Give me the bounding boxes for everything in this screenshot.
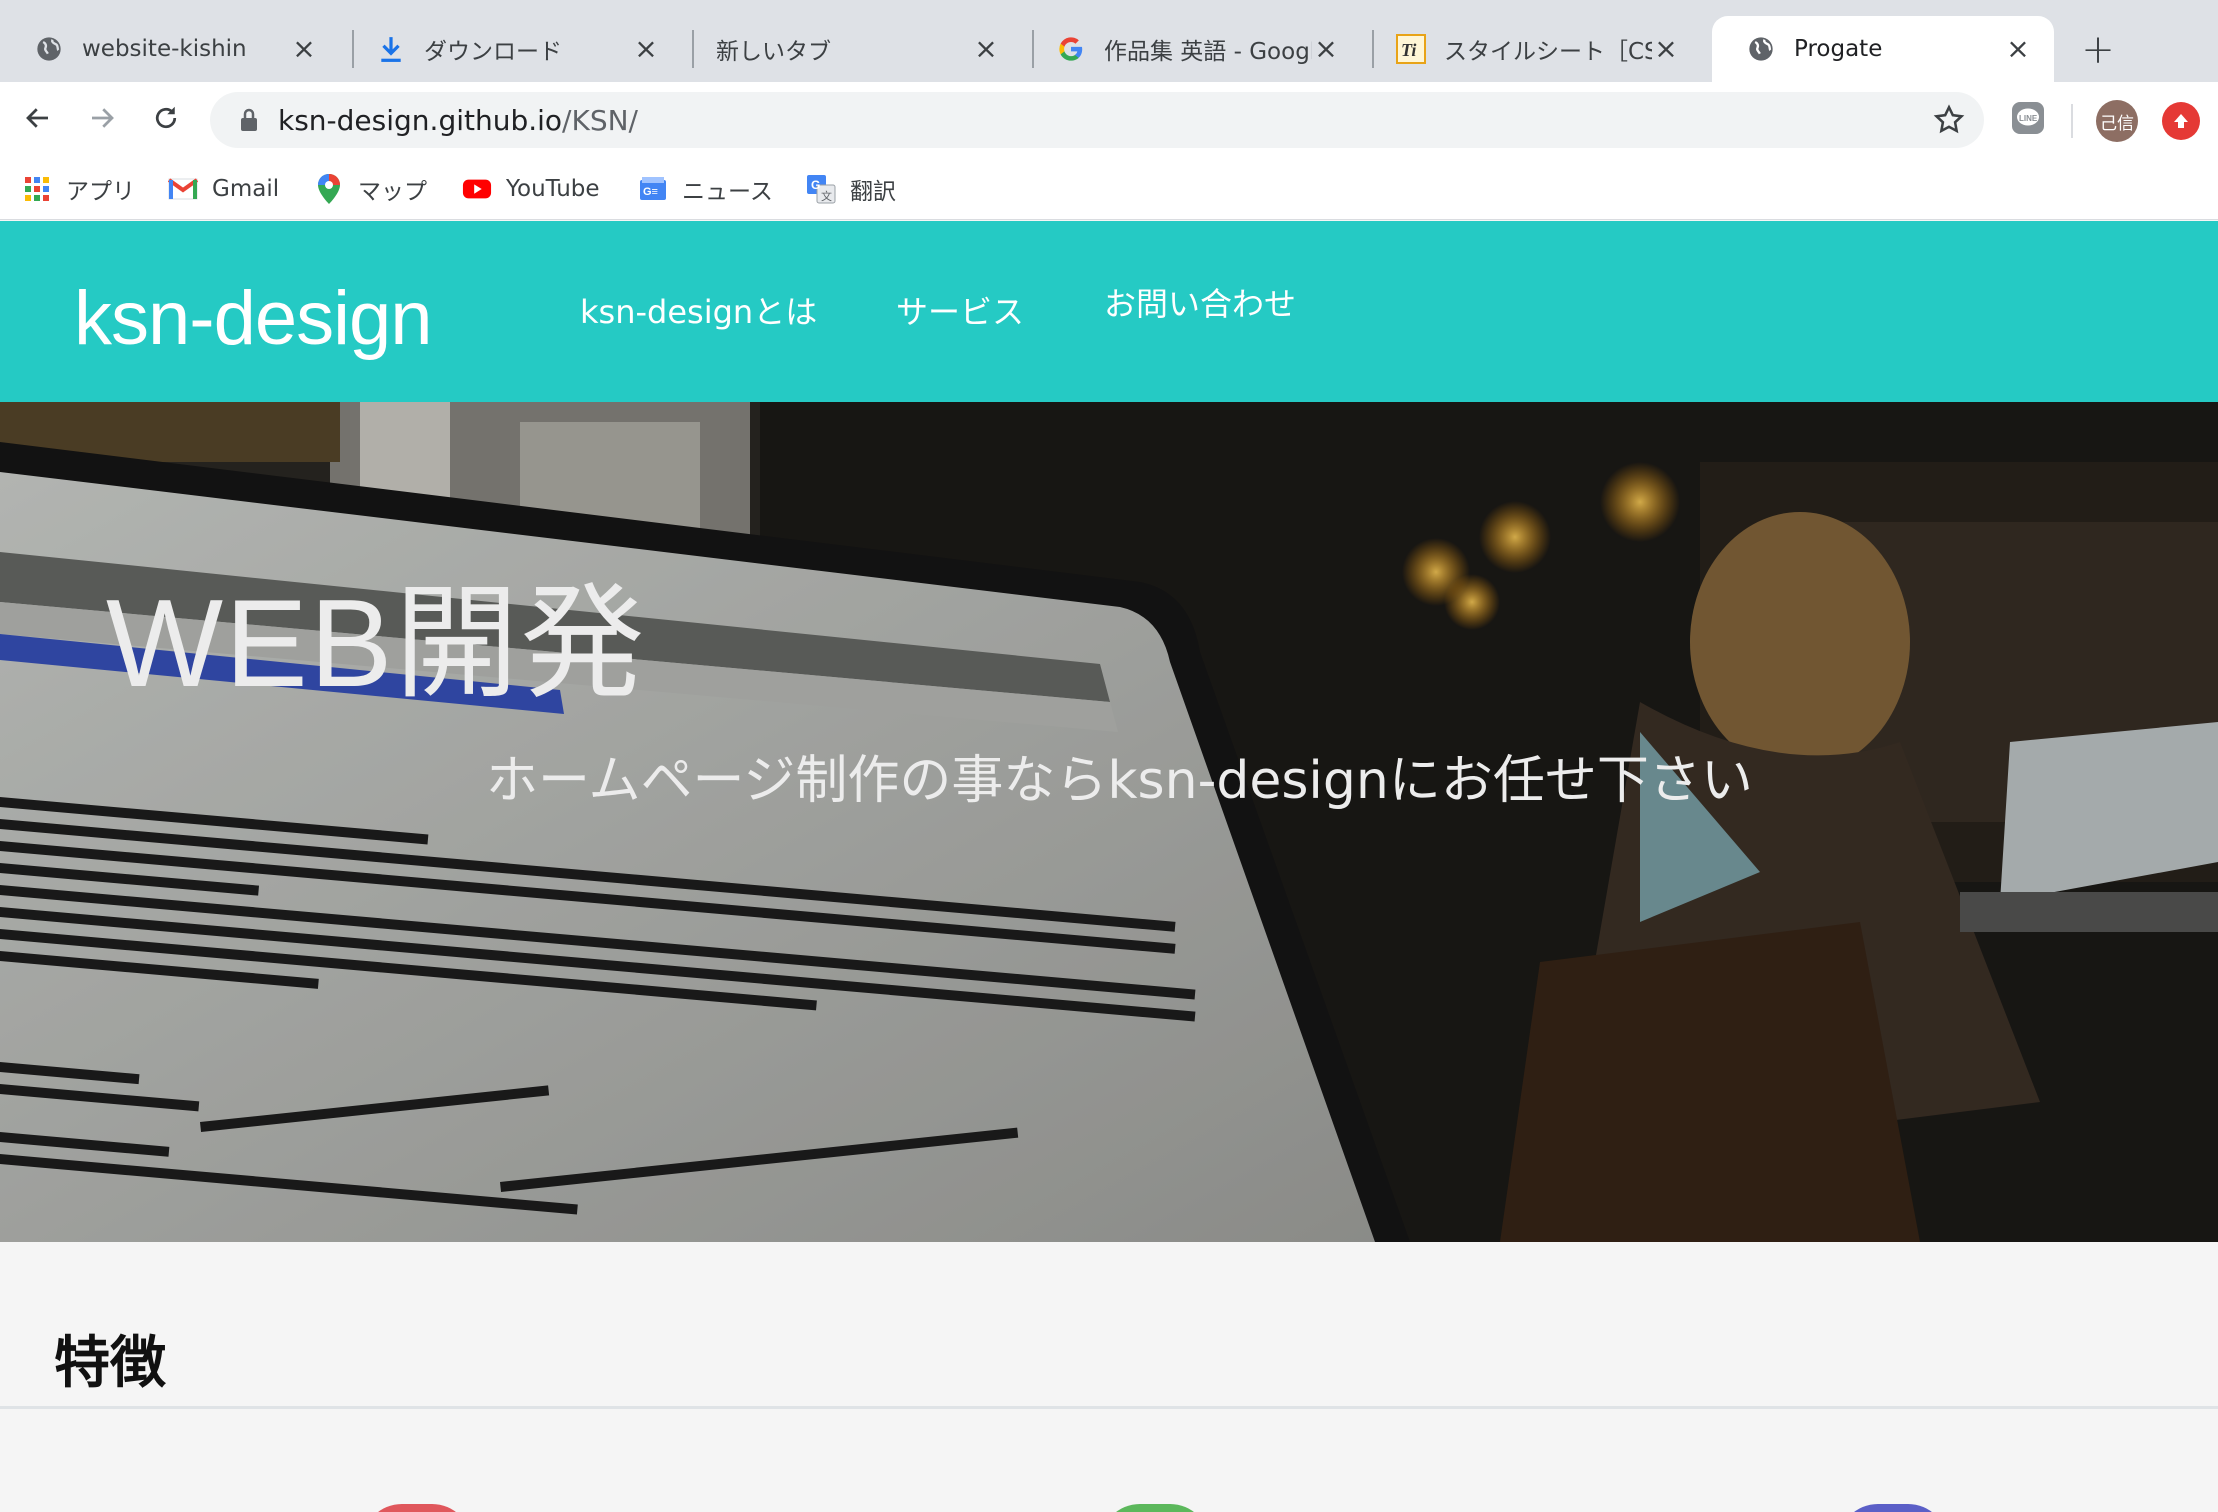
maps-pin-icon [314,174,344,204]
features-heading: 特徴 [54,1331,166,1396]
reload-button[interactable] [140,92,192,144]
translate-icon: G文 [806,174,836,204]
bookmark-youtube[interactable]: YouTube [462,172,600,206]
bookmarks-bar: アプリ Gmail マップ YouTube G≡ ニュース G文 翻訳 [0,158,2218,220]
bookmark-gmail[interactable]: Gmail [168,172,279,206]
forward-button[interactable] [76,92,128,144]
reload-icon [155,106,177,129]
bookmark-star-icon[interactable] [1932,103,1966,137]
close-icon[interactable]: × [632,35,660,63]
url-host: ksn-design.github.io [278,104,563,137]
update-arrow-icon[interactable] [2162,102,2200,140]
bookmark-label: ニュース [682,179,773,205]
hero-title: WEB開発 [106,575,647,713]
profile-avatar[interactable]: 己信 [2096,100,2138,142]
nav-contact[interactable]: お問い合わせ [1104,279,1296,325]
apps-grid-icon [22,174,52,204]
toolbar-divider [2071,104,2073,138]
ti-icon: Ti [1396,34,1426,64]
hero-background-photo [0,402,2218,1242]
bookmark-label: アプリ [66,179,135,205]
forward-arrow-icon [92,108,114,128]
youtube-icon [462,174,492,204]
globe-icon [1746,34,1776,64]
tab-stylesheet[interactable]: Ti スタイルシート［CSS］ × [1362,16,1702,82]
tab-strip: website-kishin × ダウンロード × 新しいタブ × 作品集 英語… [0,0,2218,82]
tab-progate[interactable]: Progate × [1712,16,2054,82]
new-tab-button[interactable]: + [2080,26,2116,74]
nav-about[interactable]: ksn-designとは [580,287,817,333]
close-icon[interactable]: × [2004,35,2032,63]
url-path: /KSN/ [562,104,638,137]
bookmark-label: YouTube [506,176,600,202]
feature-icon-top [1838,1504,1948,1512]
line-extension-icon[interactable]: LINE [2010,100,2046,140]
feature-icon-top [1100,1504,1210,1512]
site-logo[interactable]: ksn-design [74,275,433,362]
google-icon [1056,34,1086,64]
bookmark-label: 翻訳 [850,179,896,205]
url-text: ksn-design.github.io/KSN/ [278,104,638,137]
site-header: ksn-design ksn-designとは サービス お問い合わせ [0,221,2218,402]
tab-website-kishin[interactable]: website-kishin × [0,16,340,82]
globe-icon [34,34,64,64]
tab-title: スタイルシート［CSS］ [1444,39,1652,65]
tab-new-tab[interactable]: 新しいタブ × [682,16,1022,82]
close-icon[interactable]: × [972,35,1000,63]
tab-title: ダウンロード [424,39,562,65]
tab-downloads[interactable]: ダウンロード × [342,16,682,82]
close-icon[interactable]: × [1652,35,1680,63]
nav-service[interactable]: サービス [896,287,1024,333]
svg-text:文: 文 [821,189,832,203]
address-bar[interactable]: ksn-design.github.io/KSN/ [210,92,1984,148]
close-icon[interactable]: × [1312,35,1340,63]
bookmark-label: マップ [358,179,427,205]
features-section: 特徴 [0,1242,2218,1512]
svg-text:G: G [811,178,820,192]
svg-text:LINE: LINE [2019,114,2038,123]
bookmark-apps[interactable]: アプリ [22,172,135,206]
tab-title: website-kishin [82,36,247,62]
bookmark-news[interactable]: G≡ ニュース [638,172,773,206]
tab-title: 作品集 英語 - Google [1104,39,1312,65]
svg-text:Ti: Ti [1401,40,1416,60]
gmail-icon [168,174,198,204]
tab-google-search[interactable]: 作品集 英語 - Google × [1022,16,1362,82]
bookmark-maps[interactable]: マップ [314,172,427,206]
hero-subtitle: ホームページ制作の事ならksn-designにお任せ下さい [486,751,1753,811]
hero-section: WEB開発 ホームページ制作の事ならksn-designにお任せ下さい [0,402,2218,1242]
lock-icon [241,108,257,131]
tab-title: Progate [1794,36,1883,62]
bookmark-translate[interactable]: G文 翻訳 [806,172,896,206]
feature-icon-top [362,1504,472,1512]
browser-toolbar: ksn-design.github.io/KSN/ LINE 己信 [0,82,2218,158]
bookmark-label: Gmail [212,176,280,202]
back-arrow-icon [26,108,48,128]
close-icon[interactable]: × [290,35,318,63]
download-icon [376,34,406,64]
news-icon: G≡ [638,174,668,204]
features-divider [0,1406,2218,1409]
back-button[interactable] [12,92,64,144]
svg-text:G≡: G≡ [643,186,658,198]
tab-title: 新しいタブ [716,39,831,65]
